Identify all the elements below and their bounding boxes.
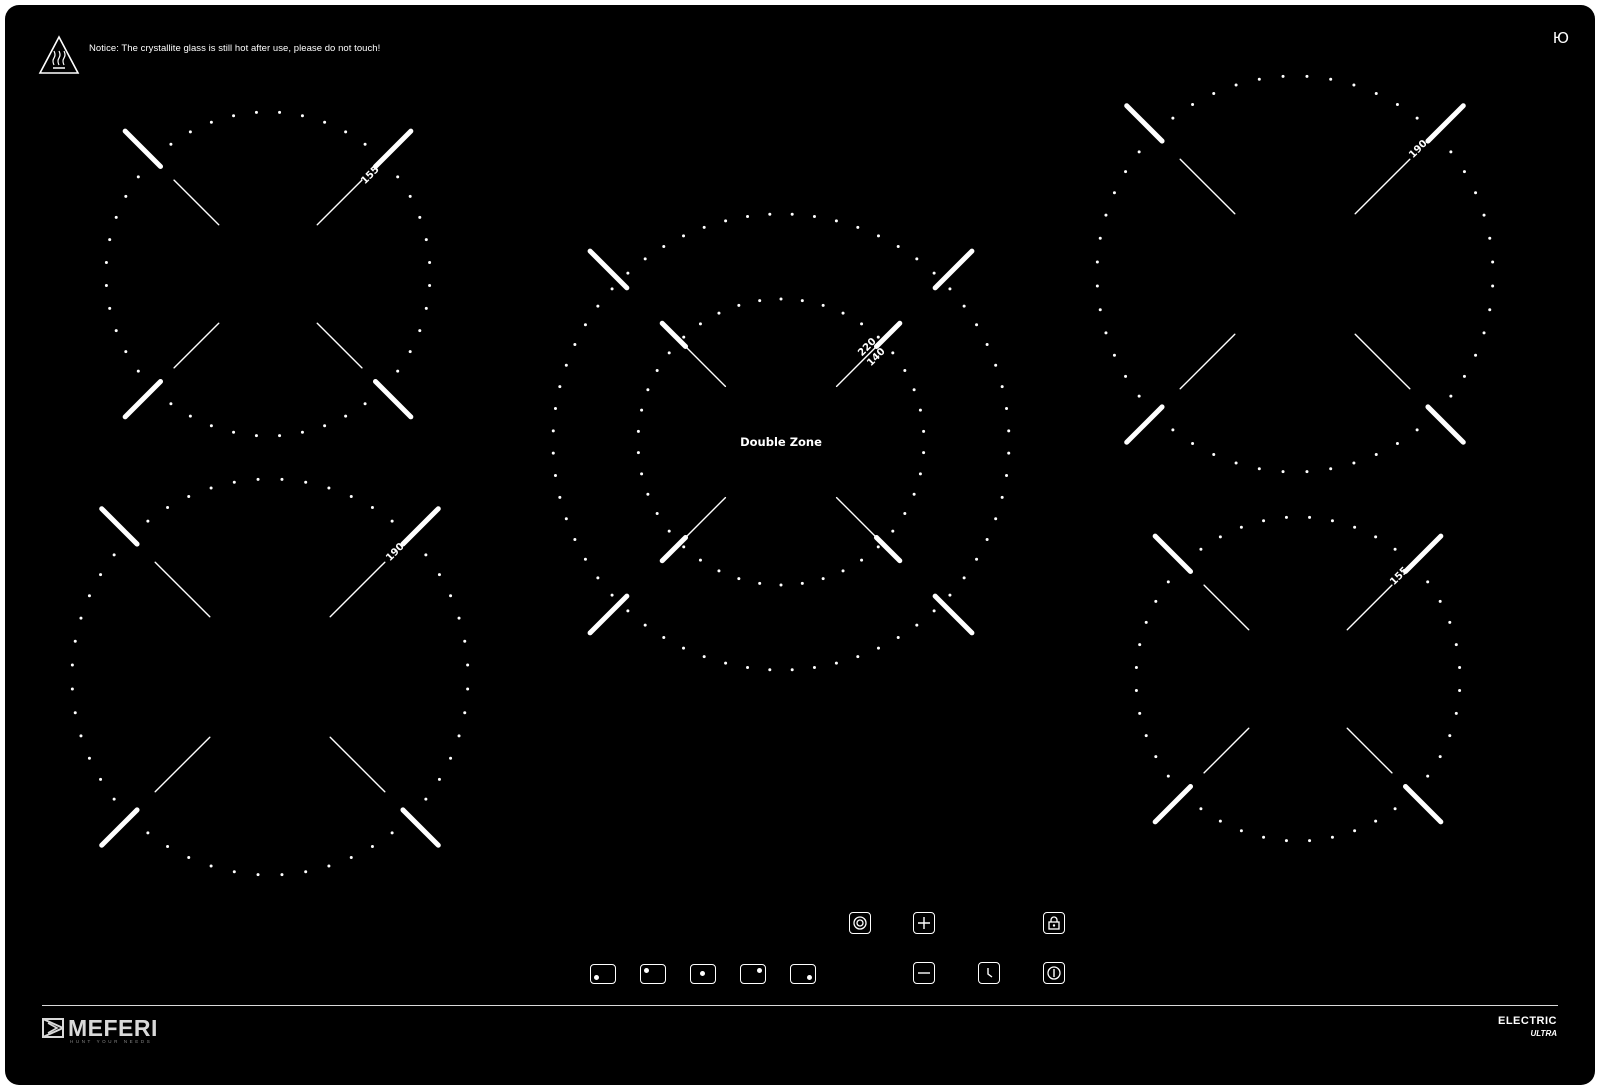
- zone-rear-left-marker-2: [122, 378, 164, 420]
- dual-zone-icon[interactable]: [849, 912, 871, 934]
- cooktop-glass: Notice: The crystallite glass is still h…: [5, 5, 1595, 1085]
- zone-center-double-guide-0: [680, 341, 727, 388]
- zone-front-left-marker-0: [99, 506, 140, 547]
- zone-front-right-guide-2: [1203, 727, 1250, 774]
- zone-rear-left-marker-3: [372, 378, 414, 420]
- front-right-selector-icon[interactable]: [790, 964, 816, 984]
- brand-name: MEFERI: [68, 1015, 158, 1041]
- zone-front-right-marker-3: [1402, 783, 1444, 825]
- model-line: ELECTRIC: [1498, 1015, 1557, 1027]
- divider-line: [42, 1005, 1558, 1006]
- zone-rear-left-guide-3: [316, 322, 363, 369]
- minus-icon[interactable]: [913, 962, 935, 984]
- zone-rear-right-guide-1: [1354, 158, 1411, 215]
- zone-rear-right-marker-2: [1124, 404, 1165, 445]
- zone-front-right-marker-0: [1152, 533, 1194, 575]
- zone-front-left-guide-1: [329, 561, 386, 618]
- brand-tagline: HUNT YOUR NEEDS: [70, 1039, 153, 1044]
- rear-left-selector-icon[interactable]: [640, 964, 666, 984]
- zone-rear-left-marker-1: [372, 128, 414, 170]
- zone-front-left-guide-0: [154, 561, 211, 618]
- front-left-selector-icon[interactable]: [590, 964, 616, 984]
- zone-front-right-guide-0: [1203, 584, 1250, 631]
- lock-icon[interactable]: [1043, 912, 1065, 934]
- zone-center-double-guide-2: [680, 496, 727, 543]
- zone-front-left-marker-3: [400, 807, 441, 848]
- zone-front-left-marker-1: [400, 506, 441, 547]
- zone-rear-right-guide-2: [1179, 333, 1236, 390]
- zone-rear-left-guide-1: [316, 179, 363, 226]
- zone-rear-right-guide-0: [1179, 158, 1236, 215]
- double-zone-label: Double Zone: [740, 435, 822, 449]
- zone-center-double-outer-marker-2: [587, 593, 630, 636]
- center-selector-icon[interactable]: [690, 964, 716, 984]
- model-badge: ELECTRIC ULTRA: [1498, 1015, 1557, 1038]
- zone-center-double-outer-marker-0: [587, 248, 630, 291]
- zone-center-double-guide-3: [835, 496, 882, 543]
- plus-icon[interactable]: [913, 912, 935, 934]
- power-icon[interactable]: [1043, 962, 1065, 984]
- zone-rear-right-marker-0: [1124, 103, 1165, 144]
- zone-rear-right-guide-3: [1354, 333, 1411, 390]
- zone-front-left-guide-3: [329, 736, 386, 793]
- zone-rear-right-marker-1: [1425, 103, 1466, 144]
- zone-front-right-marker-1: [1402, 533, 1444, 575]
- timer-icon[interactable]: [978, 962, 1000, 984]
- cooking-zones: [70, 74, 1495, 877]
- zone-front-left-marker-2: [99, 807, 140, 848]
- brand-logo: MEFERI HUNT YOUR NEEDS: [42, 1015, 158, 1044]
- zone-front-right-marker-2: [1152, 783, 1194, 825]
- zone-rear-left-marker-0: [122, 128, 164, 170]
- zone-center-double-outer-marker-3: [932, 593, 975, 636]
- zone-front-right-guide-1: [1346, 584, 1393, 631]
- zone-rear-right-marker-3: [1425, 404, 1466, 445]
- zone-front-right-guide-3: [1346, 727, 1393, 774]
- rear-right-selector-icon[interactable]: [740, 964, 766, 984]
- zone-rear-left-guide-2: [173, 322, 220, 369]
- brand-mark-icon: [42, 1018, 64, 1038]
- zone-rear-left-guide-0: [173, 179, 220, 226]
- model-sub: ULTRA: [1530, 1029, 1557, 1038]
- zone-center-double-outer-marker-1: [932, 248, 975, 291]
- zone-front-left-guide-2: [154, 736, 211, 793]
